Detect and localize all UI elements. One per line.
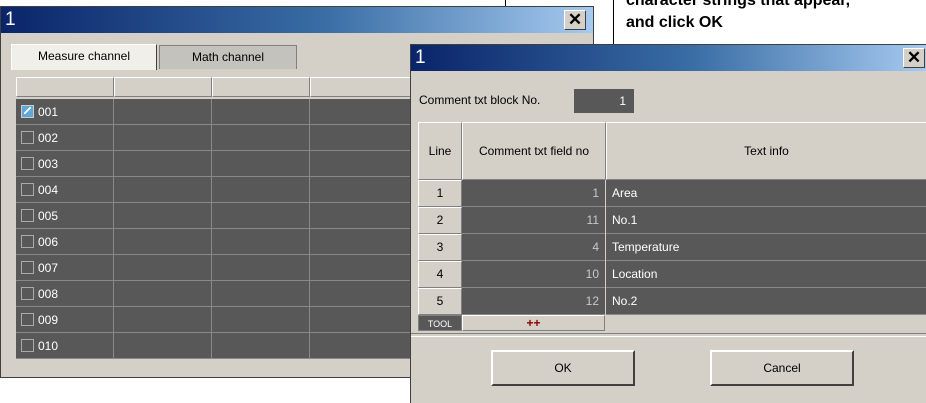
checkbox-icon[interactable] [21,235,34,248]
field-no-cell[interactable]: 11 [462,207,605,234]
field-no-cell[interactable]: 1 [462,180,605,207]
field-no-cell[interactable]: 4 [462,234,605,261]
field-no-cell[interactable]: 12 [462,288,605,315]
channel-label: 004 [38,183,59,197]
channel-window-titlebar[interactable]: 1 ✕ [1,7,593,33]
channel-label: 008 [38,287,59,301]
channel-label: 006 [38,235,59,249]
instruction-annotation: character strings that appear, and click… [626,0,926,34]
column-header-line: Line [418,122,462,180]
channel-window-title: 1 [5,9,16,30]
tab-math-channel[interactable]: Math channel [159,45,297,69]
ok-button[interactable]: OK [491,350,635,386]
grid-header-cell [212,77,310,97]
checkbox-icon[interactable] [21,157,34,170]
field-no-cell[interactable]: 10 [462,261,605,288]
line-number: 3 [418,234,462,261]
annotation-line-1: character strings that appear, [626,0,851,9]
text-info-cell[interactable]: Area [606,180,926,207]
block-number-label: Comment txt block No. [419,93,541,107]
annotation-divider [613,0,614,46]
channel-label: 002 [38,131,59,145]
channel-label: 003 [38,157,59,171]
comment-dialog-titlebar[interactable]: 1 ✕ [411,45,926,71]
line-number: 5 [418,288,462,315]
add-field-button[interactable]: ++ [462,315,605,331]
tool-label: TOOL [418,315,462,331]
checkbox-checked-icon[interactable] [21,105,34,118]
line-number: 4 [418,261,462,288]
close-icon[interactable]: ✕ [564,10,586,30]
annotation-line-2: and click OK [626,14,723,31]
checkbox-icon[interactable] [21,287,34,300]
checkbox-icon[interactable] [21,313,34,326]
comment-dialog: 1 ✕ Comment txt block No. 1 Line Comment… [410,44,926,403]
checkbox-icon[interactable] [21,339,34,352]
text-info-cell[interactable]: No.1 [606,207,926,234]
line-number: 1 [418,180,462,207]
text-info-cell[interactable]: Temperature [606,234,926,261]
cancel-button[interactable]: Cancel [710,350,854,386]
channel-label: 007 [38,261,59,275]
channel-label: 005 [38,209,59,223]
comment-dialog-title: 1 [415,47,426,68]
dialog-separator [411,333,926,337]
checkbox-icon[interactable] [21,131,34,144]
block-number-field[interactable]: 1 [574,89,634,113]
column-header-field-no: Comment txt field no [462,122,606,180]
channel-label: 010 [38,339,59,353]
channel-label: 001 [38,105,59,119]
channel-label: 009 [38,313,59,327]
grid-header-cell [16,77,114,97]
text-info-cell[interactable]: No.2 [606,288,926,315]
checkbox-icon[interactable] [21,183,34,196]
line-number: 2 [418,207,462,234]
grid-header-cell [114,77,212,97]
checkbox-icon[interactable] [21,261,34,274]
text-info-cell[interactable]: Location [606,261,926,288]
column-header-text-info: Text info [606,122,926,180]
tab-measure-channel[interactable]: Measure channel [11,44,157,70]
checkbox-icon[interactable] [21,209,34,222]
close-icon[interactable]: ✕ [903,48,925,68]
channel-grid: 001 002 003 004 005 006 007 008 009 010 [16,77,446,377]
